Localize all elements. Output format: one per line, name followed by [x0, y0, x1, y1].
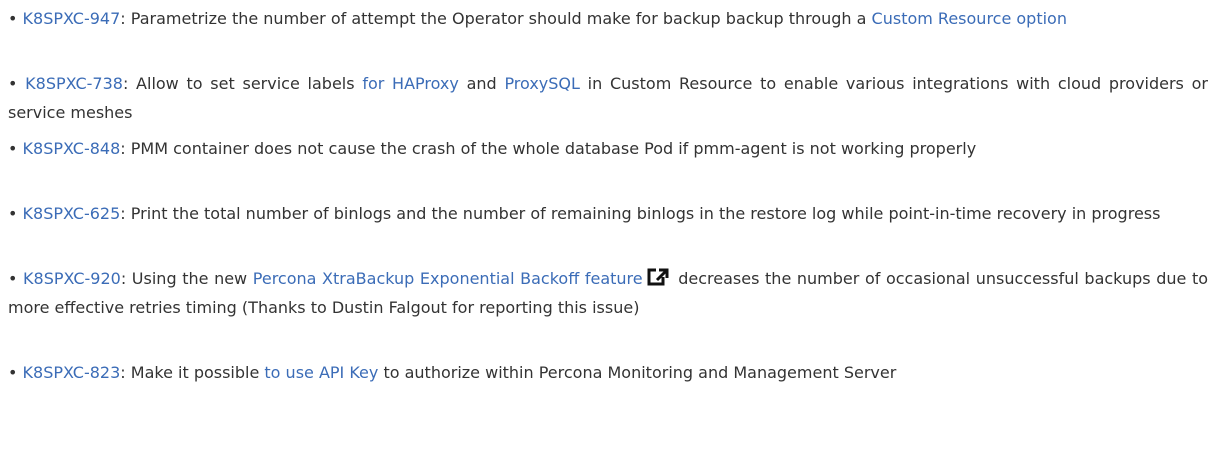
bullet: • [8, 9, 23, 28]
external-link-icon[interactable] [647, 266, 669, 286]
bullet: • [8, 204, 23, 223]
list-item: • K8SPXC-738: Allow to set service label… [8, 69, 1208, 127]
api-key-link[interactable]: to use API Key [264, 363, 378, 382]
list-item: • K8SPXC-625: Print the total number of … [8, 199, 1208, 228]
haproxy-link[interactable]: for HAProxy [362, 74, 459, 93]
release-notes-list: • K8SPXC-947: Parametrize the number of … [0, 0, 1221, 472]
item-text: : Print the total number of binlogs and … [120, 204, 1161, 223]
bullet: • [8, 74, 26, 93]
bullet: • [8, 363, 23, 382]
list-item: • K8SPXC-848: PMM container does not cau… [8, 134, 1208, 163]
list-item: • K8SPXC-823: Make it possible to use AP… [8, 358, 1208, 387]
issue-link-k8spxc-947[interactable]: K8SPXC-947 [23, 9, 121, 28]
item-text: : Parametrize the number of attempt the … [120, 9, 872, 28]
item-text: : Allow to set service labels [122, 74, 363, 93]
item-text: : Make it possible [120, 363, 265, 382]
proxysql-link[interactable]: ProxySQL [504, 74, 580, 93]
list-item: • K8SPXC-920: Using the new Percona Xtra… [8, 264, 1208, 322]
item-text: : PMM container does not cause the crash… [120, 139, 977, 158]
issue-link-k8spxc-625[interactable]: K8SPXC-625 [23, 204, 121, 223]
issue-link-k8spxc-848[interactable]: K8SPXC-848 [23, 139, 121, 158]
item-text: to authorize within Percona Monitoring a… [378, 363, 897, 382]
custom-resource-option-link[interactable]: Custom Resource option [872, 9, 1067, 28]
bullet: • [8, 139, 23, 158]
item-text: : Using the new [120, 269, 253, 288]
xtrabackup-backoff-link[interactable]: Percona XtraBackup Exponential Backoff f… [253, 269, 643, 288]
list-item: • K8SPXC-947: Parametrize the number of … [8, 4, 1208, 33]
issue-link-k8spxc-738[interactable]: K8SPXC-738 [25, 74, 123, 93]
item-text: and [458, 74, 505, 93]
bullet: • [8, 269, 24, 288]
issue-link-k8spxc-823[interactable]: K8SPXC-823 [23, 363, 121, 382]
issue-link-k8spxc-920[interactable]: K8SPXC-920 [23, 269, 121, 288]
